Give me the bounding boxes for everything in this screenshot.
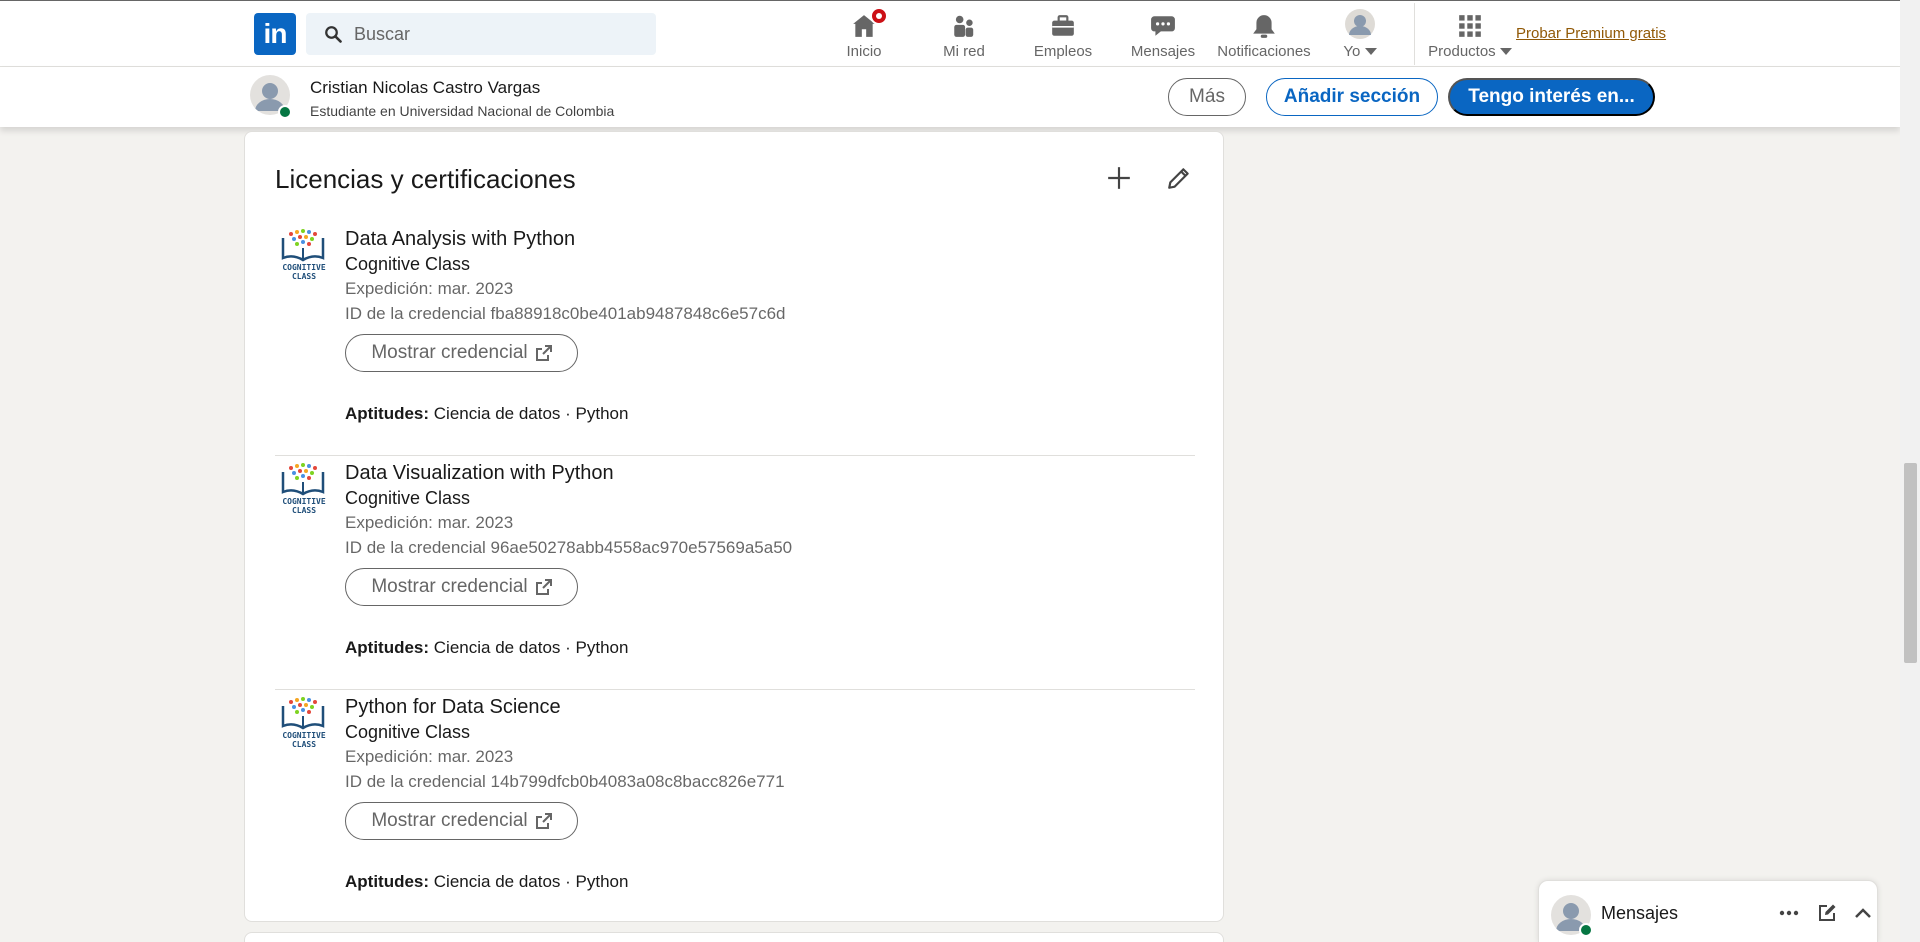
skills-label: Aptitudes: [345, 404, 430, 423]
compose-icon [1819, 904, 1836, 921]
nav-item-inicio[interactable]: Inicio [838, 7, 890, 61]
show-credential-button[interactable]: Mostrar credencial [345, 568, 578, 606]
nav-item-mi-red[interactable]: Mi red [934, 9, 994, 61]
cert-issuer: Cognitive Class [345, 722, 471, 742]
add-certification-button[interactable] [1101, 160, 1137, 196]
skills-list: Ciencia de datos · Python [433, 638, 629, 657]
cert-skills: Aptitudes: Ciencia de datos · Python [345, 638, 628, 658]
licenses-certifications-card: Licencias y certificaciones COGNITIVE CL… [244, 131, 1224, 922]
cert-credential-id: ID de la credencial fba88918c0be401ab948… [345, 304, 786, 323]
cert-credential-id: ID de la credencial 14b799dfcb0b4083a08c… [345, 772, 785, 791]
cognitive-class-logo[interactable]: COGNITIVE CLASS [279, 696, 329, 752]
certification-item: COGNITIVE CLASS Data Visualization with … [275, 456, 1195, 690]
svg-text:COGNITIVE: COGNITIVE [282, 731, 326, 740]
nav-label: Inicio [846, 43, 882, 60]
cert-title[interactable]: Data Analysis with Python [345, 228, 575, 251]
compose-message-button[interactable] [1815, 901, 1839, 925]
nav-label-with-caret: Productos [1428, 43, 1512, 60]
show-credential-label: Mostrar credencial [371, 342, 528, 363]
cert-skills: Aptitudes: Ciencia de datos · Python [345, 872, 628, 892]
cert-issue-date: Expedición: mar. 2023 [345, 747, 514, 766]
cert-issuer: Cognitive Class [345, 488, 471, 508]
profile-headline: Estudiante en Universidad Nacional de Co… [310, 103, 615, 119]
messaging-title[interactable]: Mensajes [1601, 903, 1678, 924]
cert-issuer: Cognitive Class [345, 254, 471, 274]
cert-issue-date: Expedición: mar. 2023 [345, 279, 514, 298]
search-box[interactable] [306, 13, 656, 55]
pencil-icon [1168, 168, 1189, 189]
show-credential-label: Mostrar credencial [371, 810, 528, 831]
cert-issue-date: Expedición: mar. 2023 [345, 513, 514, 532]
svg-text:CLASS: CLASS [292, 740, 316, 749]
avatar [1345, 9, 1375, 39]
more-button[interactable]: Más [1168, 78, 1246, 116]
certification-item: COGNITIVE CLASS Data Analysis with Pytho… [275, 222, 1195, 456]
notification-badge [870, 7, 888, 25]
plus-icon [1108, 167, 1130, 189]
cert-title[interactable]: Python for Data Science [345, 696, 561, 719]
nav-divider [1414, 3, 1415, 65]
linkedin-logo[interactable]: in [254, 13, 296, 55]
online-status-dot [1579, 923, 1593, 937]
show-credential-button[interactable]: Mostrar credencial [345, 334, 578, 372]
chat-icon [1151, 16, 1175, 36]
profile-sticky-bar: Cristian Nicolas Castro Vargas Estudiant… [0, 67, 1900, 127]
page-scrollbar[interactable] [1900, 0, 1920, 942]
cognitive-class-logo[interactable]: COGNITIVE CLASS [279, 228, 329, 284]
next-section-card [244, 932, 1224, 942]
search-icon [325, 26, 342, 43]
messaging-options-button[interactable] [1777, 901, 1801, 925]
messaging-overlay[interactable]: Mensajes [1538, 880, 1878, 942]
external-link-icon [535, 579, 552, 595]
cert-credential-id: ID de la credencial 96ae50278abb4558ac97… [345, 538, 793, 557]
cert-skills: Aptitudes: Ciencia de datos · Python [345, 404, 628, 424]
bell-icon [1253, 15, 1275, 38]
skills-label: Aptitudes: [345, 872, 430, 891]
grid-icon [1459, 15, 1481, 37]
skills-list: Ciencia de datos · Python [433, 404, 629, 423]
svg-text:COGNITIVE: COGNITIVE [282, 263, 326, 272]
certification-item: COGNITIVE CLASS Python for Data Science … [275, 690, 1195, 924]
add-section-button[interactable]: Añadir sección [1266, 78, 1438, 116]
skills-label: Aptitudes: [345, 638, 430, 657]
show-credential-button[interactable]: Mostrar credencial [345, 802, 578, 840]
nav-item-mensajes[interactable]: Mensajes [1130, 9, 1196, 61]
nav-item-notificaciones[interactable]: Notificaciones [1216, 9, 1312, 61]
cognitive-class-logo[interactable]: COGNITIVE CLASS [279, 462, 329, 518]
nav-item-empleos[interactable]: Empleos [1030, 9, 1096, 61]
svg-text:CLASS: CLASS [292, 506, 316, 515]
show-credential-label: Mostrar credencial [371, 576, 528, 597]
online-status-dot [278, 105, 292, 119]
nav-label: Empleos [1033, 43, 1093, 60]
global-nav: in Inicio Mi red Empleos Mensajes Notifi [0, 0, 1900, 67]
nav-label-with-caret: Yo [1343, 43, 1377, 60]
skills-list: Ciencia de datos · Python [433, 872, 629, 891]
caret-down-icon [1364, 48, 1377, 55]
nav-item-yo[interactable]: Yo [1340, 9, 1380, 61]
profile-name: Cristian Nicolas Castro Vargas [310, 78, 541, 97]
external-link-icon [535, 813, 552, 829]
edit-section-button[interactable] [1161, 160, 1197, 196]
nav-label: Notificaciones [1217, 43, 1311, 60]
svg-text:COGNITIVE: COGNITIVE [282, 497, 326, 506]
search-input[interactable] [354, 23, 634, 45]
caret-down-icon [1499, 48, 1512, 55]
expand-messaging-button[interactable] [1851, 901, 1875, 925]
premium-link[interactable]: Probar Premium gratis [1516, 25, 1666, 42]
external-link-icon [535, 345, 552, 361]
briefcase-icon [1052, 15, 1074, 36]
svg-text:CLASS: CLASS [292, 272, 316, 281]
network-icon [954, 15, 974, 37]
cert-title[interactable]: Data Visualization with Python [345, 462, 614, 485]
chevron-up-icon [1855, 908, 1871, 918]
scrollbar-thumb[interactable] [1904, 463, 1917, 663]
nav-label: Mi red [943, 43, 985, 60]
ellipsis-icon [1779, 910, 1799, 916]
nav-item-productos[interactable]: Productos [1428, 9, 1512, 61]
nav-label: Mensajes [1130, 43, 1196, 60]
section-title: Licencias y certificaciones [275, 164, 576, 194]
open-to-button[interactable]: Tengo interés en... [1448, 78, 1655, 116]
